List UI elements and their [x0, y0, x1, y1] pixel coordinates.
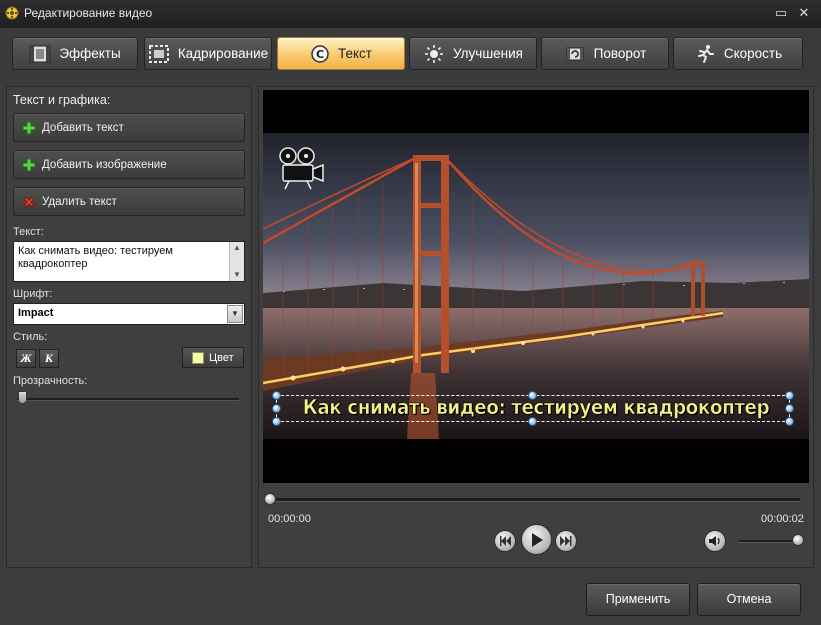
play-icon: [531, 532, 543, 547]
effects-icon: [29, 45, 51, 62]
restore-window-icon[interactable]: ▭: [772, 4, 790, 22]
color-button[interactable]: Цвет: [182, 347, 244, 368]
tab-rotate[interactable]: Поворот: [541, 37, 669, 70]
tab-crop-label: Кадрирование: [177, 46, 269, 61]
caption-text-line1: Как снимать видео: тестируем: [18, 245, 173, 257]
volume-button[interactable]: [704, 530, 726, 552]
plus-icon: [22, 121, 36, 134]
app-icon: [5, 6, 19, 20]
resize-handle[interactable]: [785, 391, 794, 400]
resize-handle[interactable]: [785, 404, 794, 413]
apply-button[interactable]: Применить: [586, 583, 690, 616]
delete-text-button[interactable]: Удалить текст: [13, 187, 245, 216]
delete-icon: [23, 195, 35, 208]
tab-speed-label: Скорость: [723, 46, 783, 61]
total-time: 00:00:02: [761, 513, 804, 525]
chevron-down-icon[interactable]: ▼: [227, 305, 243, 323]
crop-icon: [148, 44, 169, 63]
font-select[interactable]: Impact ▼: [13, 303, 245, 325]
next-frame-button[interactable]: [555, 530, 577, 552]
scroll-down-icon[interactable]: ▼: [230, 269, 244, 281]
opacity-label: Прозрачность:: [13, 375, 88, 387]
add-image-label: Добавить изображение: [42, 158, 167, 171]
svg-text:C: C: [316, 48, 324, 61]
italic-button[interactable]: К: [39, 349, 59, 368]
title-bar: Редактирование видео ▭ ✕: [0, 0, 821, 29]
resize-handle[interactable]: [528, 391, 537, 400]
resize-handle[interactable]: [272, 404, 281, 413]
add-text-label: Добавить текст: [42, 121, 124, 134]
speed-icon: [697, 44, 714, 63]
current-time: 00:00:00: [268, 513, 311, 525]
delete-text-label: Удалить текст: [42, 195, 117, 208]
resize-handle[interactable]: [528, 417, 537, 426]
resize-handle[interactable]: [785, 417, 794, 426]
resize-handle[interactable]: [272, 417, 281, 426]
caption-overlay-text[interactable]: Как снимать видео: тестируем квадрокопте…: [296, 395, 776, 420]
timeline-thumb[interactable]: [264, 493, 276, 505]
font-value: Impact: [18, 307, 54, 319]
tab-text[interactable]: C Текст: [277, 37, 405, 70]
tab-crop[interactable]: Кадрирование: [144, 37, 272, 70]
resize-handle[interactable]: [272, 391, 281, 400]
tab-speed[interactable]: Скорость: [673, 37, 803, 70]
rotate-icon: [566, 47, 584, 60]
fast-forward-icon: [560, 536, 572, 546]
section-title: Текст и графика:: [13, 93, 111, 107]
play-button[interactable]: [521, 524, 552, 555]
tab-effects[interactable]: Эффекты: [12, 37, 138, 70]
enhance-icon: [425, 44, 443, 63]
plus-icon: [22, 158, 36, 171]
tab-bar: Эффекты Кадрирование C Текст Улучшения П…: [0, 28, 821, 84]
previous-frame-button[interactable]: [494, 530, 516, 552]
video-preview[interactable]: Как снимать видео: тестируем квадрокопте…: [263, 90, 809, 483]
window-title: Редактирование видео: [24, 6, 153, 20]
opacity-slider-track[interactable]: [17, 398, 239, 401]
add-image-button[interactable]: Добавить изображение: [13, 150, 245, 179]
tab-rotate-label: Поворот: [593, 46, 647, 61]
tab-text-label: Текст: [338, 46, 372, 61]
text-label: Текст:: [13, 226, 44, 238]
cancel-button[interactable]: Отмена: [697, 583, 801, 616]
scroll-up-icon[interactable]: ▲: [230, 242, 244, 254]
close-window-icon[interactable]: ✕: [795, 4, 813, 22]
preview-panel: Как снимать видео: тестируем квадрокопте…: [258, 86, 814, 568]
speaker-icon: [709, 536, 720, 546]
volume-slider-thumb[interactable]: [792, 534, 804, 546]
caption-text-input[interactable]: Как снимать видео: тестируем квадрокопте…: [13, 241, 245, 282]
tab-enhance-label: Улучшения: [453, 46, 523, 61]
textarea-scrollbar[interactable]: ▲ ▼: [229, 242, 244, 281]
color-swatch: [192, 351, 204, 364]
font-label: Шрифт:: [13, 288, 53, 300]
add-text-button[interactable]: Добавить текст: [13, 113, 245, 142]
timeline-track[interactable]: [270, 498, 800, 502]
text-icon: C: [311, 44, 329, 63]
tab-effects-label: Эффекты: [59, 46, 121, 61]
caption-text-line2: квадрокоптер: [18, 258, 88, 270]
text-settings-panel: Текст и графика: Добавить текст Добавить…: [6, 86, 252, 568]
color-label: Цвет: [209, 351, 234, 364]
style-label: Стиль:: [13, 331, 48, 343]
rewind-icon: [500, 536, 511, 546]
opacity-slider-thumb[interactable]: [18, 391, 27, 404]
tab-enhance[interactable]: Улучшения: [409, 37, 537, 70]
bold-button[interactable]: Ж: [16, 349, 36, 368]
